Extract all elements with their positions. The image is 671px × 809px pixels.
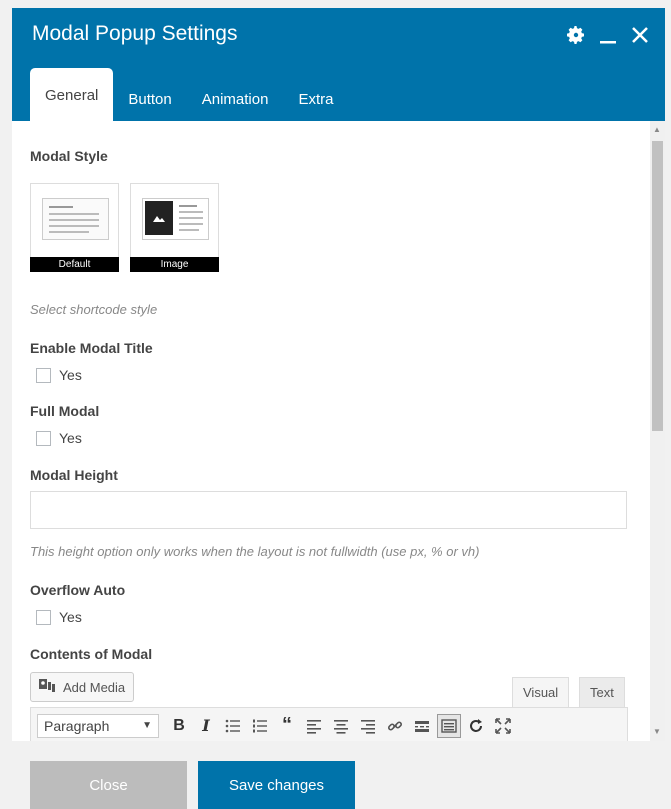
bold-icon[interactable]: B <box>167 714 191 738</box>
layout-image-icon <box>142 198 209 240</box>
blockquote-icon[interactable]: “ <box>275 714 299 738</box>
italic-icon[interactable]: I <box>194 714 218 738</box>
content-scrollbar[interactable]: ▲ ▼ <box>650 121 665 741</box>
overflow-auto-label: Overflow Auto <box>30 582 126 598</box>
overflow-auto-checkbox[interactable] <box>36 609 51 625</box>
checkbox-label: Yes <box>59 367 82 383</box>
layout-default-icon <box>42 198 109 240</box>
tab-extra[interactable]: Extra <box>283 79 348 121</box>
enable-title-checkbox-row: Yes <box>36 367 82 383</box>
checkbox-label: Yes <box>59 430 82 446</box>
align-center-icon[interactable] <box>329 714 353 738</box>
header-controls <box>565 24 651 46</box>
dialog-footer: Close Save changes <box>12 741 665 809</box>
contents-label: Contents of Modal <box>30 646 153 662</box>
tab-general[interactable]: General <box>30 68 114 121</box>
tab-bar: General Button Animation Extra <box>30 68 348 121</box>
checkbox-label: Yes <box>59 609 82 625</box>
close-button[interactable]: Close <box>30 761 187 809</box>
style-option-image[interactable]: Image <box>130 183 219 272</box>
format-select[interactable]: Paragraph ▼ <box>37 713 159 738</box>
full-modal-checkbox-row: Yes <box>36 430 82 446</box>
add-media-label: Add Media <box>63 679 126 695</box>
scrollbar-thumb[interactable] <box>652 141 663 431</box>
align-left-icon[interactable] <box>302 714 326 738</box>
media-icon <box>39 678 57 696</box>
scroll-down-icon[interactable]: ▼ <box>653 727 661 736</box>
save-changes-button[interactable]: Save changes <box>198 761 355 809</box>
read-more-icon[interactable] <box>410 714 434 738</box>
modal-height-input[interactable] <box>30 491 627 529</box>
refresh-icon[interactable] <box>464 714 488 738</box>
add-media-button[interactable]: Add Media <box>30 672 135 702</box>
modal-height-help: This height option only works when the l… <box>30 544 480 559</box>
editor-toolbar: Paragraph ▼ B I “ <box>30 707 628 741</box>
numbered-list-icon[interactable] <box>248 714 272 738</box>
dialog-header: Modal Popup Settings General Button Anim… <box>12 8 665 121</box>
scroll-up-icon[interactable]: ▲ <box>653 125 661 134</box>
close-icon[interactable] <box>629 24 651 46</box>
style-option-default[interactable]: Default <box>30 183 119 272</box>
settings-panel: Modal Style Default Image Select shortco… <box>12 121 650 741</box>
format-select-value: Paragraph <box>44 717 110 734</box>
gear-icon[interactable] <box>565 24 587 46</box>
overflow-auto-checkbox-row: Yes <box>36 609 82 625</box>
fullscreen-icon[interactable] <box>491 714 515 738</box>
modal-style-label: Modal Style <box>30 148 108 164</box>
minimize-icon[interactable] <box>597 24 619 46</box>
style-option-caption: Default <box>30 257 119 272</box>
editor-tab-visual[interactable]: Visual <box>512 677 570 707</box>
align-right-icon[interactable] <box>356 714 380 738</box>
tab-button[interactable]: Button <box>113 79 186 121</box>
dropdown-arrow-icon: ▼ <box>142 720 152 731</box>
dialog-title: Modal Popup Settings <box>32 22 238 45</box>
full-modal-label: Full Modal <box>30 403 100 419</box>
style-option-caption: Image <box>130 257 219 272</box>
editor-tab-text[interactable]: Text <box>579 677 625 707</box>
modal-height-label: Modal Height <box>30 467 118 483</box>
enable-title-checkbox[interactable] <box>36 367 51 383</box>
full-modal-checkbox[interactable] <box>36 430 51 446</box>
modal-style-help: Select shortcode style <box>30 302 158 317</box>
bullet-list-icon[interactable] <box>221 714 245 738</box>
toolbar-toggle-icon[interactable] <box>437 713 461 738</box>
enable-title-label: Enable Modal Title <box>30 340 153 356</box>
tab-animation[interactable]: Animation <box>187 79 284 121</box>
link-icon[interactable] <box>383 714 407 738</box>
